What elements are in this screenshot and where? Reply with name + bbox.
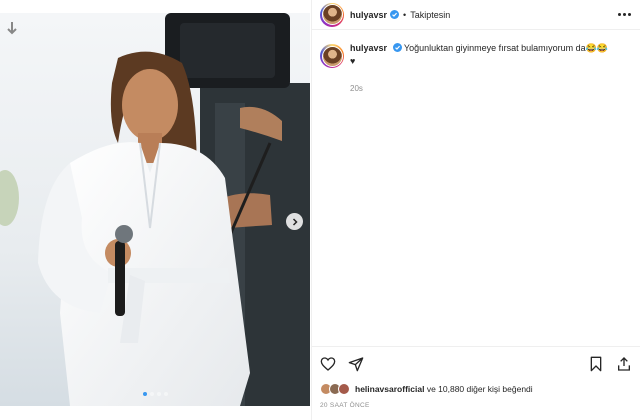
verified-badge-icon bbox=[390, 10, 400, 19]
separator-dot: • bbox=[403, 9, 407, 20]
carousel-indicator bbox=[0, 392, 310, 396]
chevron-right-icon bbox=[292, 217, 298, 226]
carousel-next-button[interactable] bbox=[286, 213, 303, 230]
liker-avatars bbox=[320, 383, 350, 395]
more-options-icon[interactable] bbox=[618, 13, 632, 17]
caption-block: hulyavsr Yoğunluktan giyinmeye fırsat bu… bbox=[312, 30, 640, 95]
likes-summary: helinavsarofficial ve 10,880 diğer kişi … bbox=[320, 383, 632, 395]
post-timestamp: 20 SAAT ÖNCE bbox=[320, 402, 370, 409]
liker-username-link[interactable]: helinavsarofficial bbox=[355, 384, 424, 394]
post-media[interactable] bbox=[0, 13, 310, 406]
carousel-dot bbox=[163, 392, 168, 396]
carousel-dot bbox=[142, 392, 147, 396]
likes-count-text[interactable]: ve 10,880 diğer kişi beğendi bbox=[424, 384, 533, 394]
verified-badge-icon bbox=[392, 43, 402, 52]
download-arrow-icon[interactable] bbox=[5, 21, 19, 37]
avatar[interactable] bbox=[320, 2, 344, 27]
post-sidebar: hulyavsr • Takiptesin hulyavsr Yoğunlukt… bbox=[311, 0, 640, 420]
avatar bbox=[338, 383, 350, 395]
heart-icon[interactable] bbox=[320, 356, 336, 372]
follow-status-button[interactable]: Takiptesin bbox=[410, 10, 450, 20]
caption-heart: ♥ bbox=[350, 56, 356, 66]
username-link[interactable]: hulyavsr bbox=[350, 10, 387, 20]
paper-plane-icon[interactable] bbox=[348, 356, 364, 372]
avatar[interactable] bbox=[320, 44, 344, 68]
caption-time: 20s bbox=[350, 84, 363, 93]
caption-text: Yoğunluktan giyinmeye fırsat bulamıyorum… bbox=[403, 43, 609, 53]
post-photo bbox=[0, 13, 310, 406]
caption-username[interactable]: hulyavsr bbox=[350, 43, 387, 53]
post-header: hulyavsr • Takiptesin bbox=[312, 0, 640, 30]
carousel-dot bbox=[156, 392, 161, 396]
bookmark-icon[interactable] bbox=[588, 356, 604, 372]
share-arrow-icon[interactable] bbox=[616, 356, 632, 372]
action-bar bbox=[320, 347, 632, 381]
actions-section: helinavsarofficial ve 10,880 diğer kişi … bbox=[312, 346, 640, 409]
carousel-dot bbox=[149, 392, 154, 396]
